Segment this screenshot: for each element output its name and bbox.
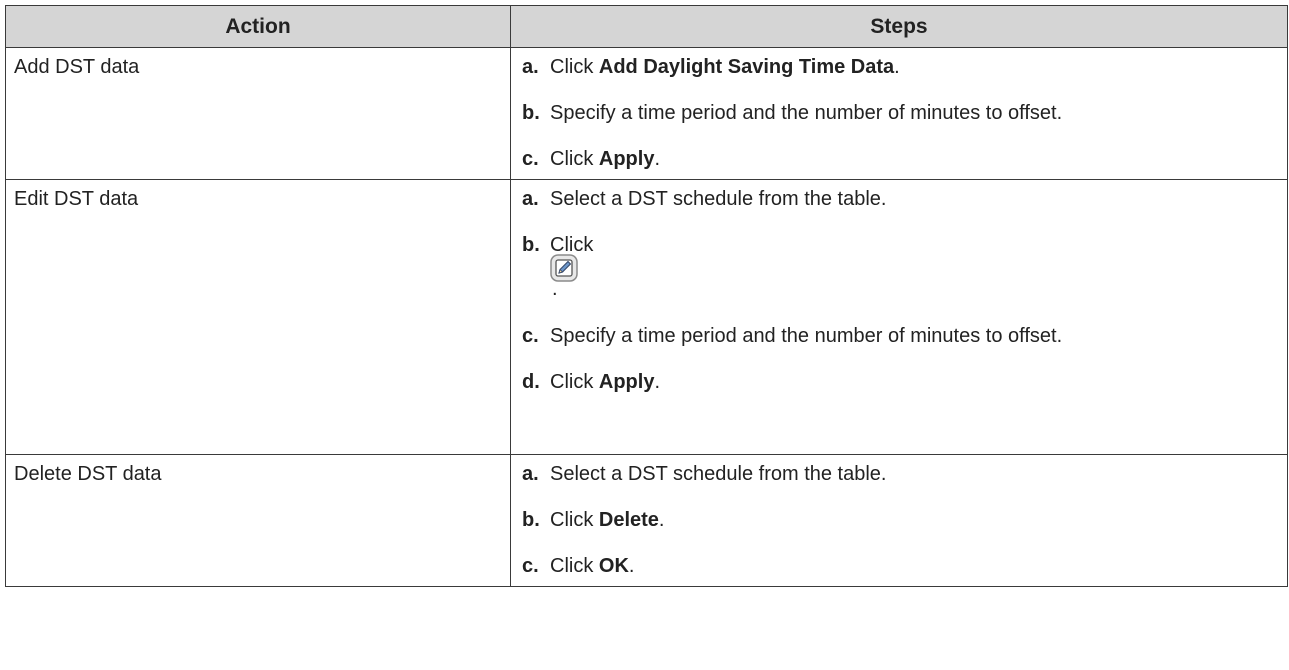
step-item: a. Select a DST schedule from the table.: [522, 463, 1277, 486]
step-text: Select a DST schedule from the table.: [550, 463, 887, 485]
action-cell: Delete DST data: [5, 454, 511, 587]
step-text: Click Apply.: [550, 148, 661, 170]
table-row: Delete DST data a. Select a DST schedule…: [5, 454, 1288, 587]
step-letter: b.: [522, 509, 540, 531]
step-item: d. Click Apply.: [522, 371, 1277, 394]
step-item: a. Select a DST schedule from the table.: [522, 188, 1277, 211]
table-header-row: Action Steps: [5, 5, 1288, 48]
step-text: Click OK.: [550, 555, 635, 577]
step-letter: a.: [522, 188, 539, 210]
step-text: Specify a time period and the number of …: [550, 102, 1063, 124]
step-text: Click Add Daylight Saving Time Data.: [550, 56, 900, 78]
header-action: Action: [5, 5, 511, 48]
step-letter: b.: [522, 102, 540, 124]
dst-actions-table: Action Steps Add DST data a. Click Add D…: [5, 5, 1288, 587]
step-item: c. Specify a time period and the number …: [522, 325, 1277, 348]
step-letter: c.: [522, 555, 539, 577]
table-row: Edit DST data a. Select a DST schedule f…: [5, 179, 1288, 455]
step-item: c. Click OK.: [522, 555, 1277, 578]
step-item: b. Click Delete.: [522, 509, 1277, 532]
step-item: c. Click Apply.: [522, 148, 1277, 171]
steps-cell: a. Click Add Daylight Saving Time Data. …: [510, 47, 1288, 180]
step-text: Click Delete.: [550, 509, 665, 531]
step-item: b. Specify a time period and the number …: [522, 102, 1277, 125]
steps-cell: a. Select a DST schedule from the table.…: [510, 454, 1288, 587]
step-letter: c.: [522, 325, 539, 347]
header-steps: Steps: [510, 5, 1288, 48]
step-text: Specify a time period and the number of …: [550, 325, 1063, 347]
table-row: Add DST data a. Click Add Daylight Savin…: [5, 47, 1288, 180]
step-text: Select a DST schedule from the table.: [550, 188, 887, 210]
edit-icon-row: .: [550, 248, 1277, 302]
action-cell: Edit DST data: [5, 179, 511, 455]
step-letter: d.: [522, 371, 540, 393]
step-period: .: [552, 278, 558, 300]
action-cell: Add DST data: [5, 47, 511, 180]
step-item: a. Click Add Daylight Saving Time Data.: [522, 56, 1277, 79]
step-letter: a.: [522, 463, 539, 485]
steps-cell: a. Select a DST schedule from the table.…: [510, 179, 1288, 455]
step-letter: c.: [522, 148, 539, 170]
step-letter: a.: [522, 56, 539, 78]
step-letter: b.: [522, 234, 540, 256]
step-text: Click Apply.: [550, 371, 661, 393]
